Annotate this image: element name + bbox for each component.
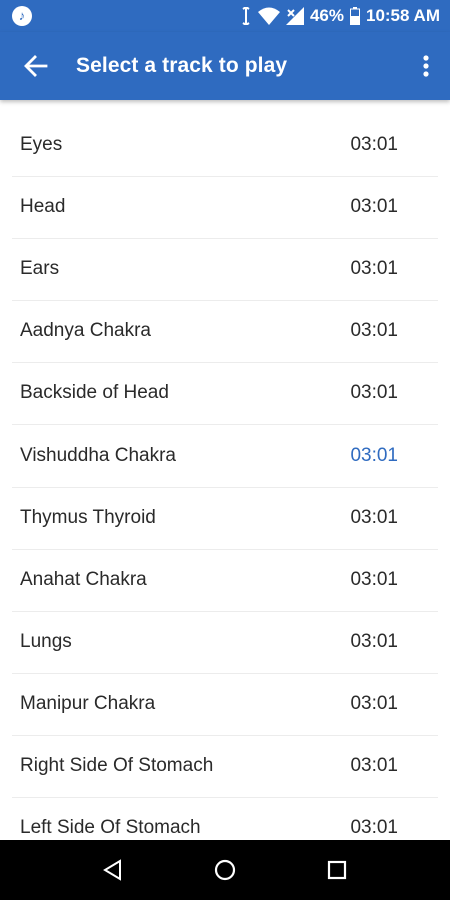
battery-percent: 46%: [309, 6, 344, 25]
signal-icon: [285, 7, 304, 25]
track-row[interactable]: Eyes 03:01: [12, 114, 438, 177]
page-title: Select a track to play: [76, 54, 288, 77]
track-duration: 03:01: [350, 134, 398, 155]
nav-home-button[interactable]: [213, 858, 237, 882]
track-row[interactable]: Thymus Thyroid 03:01: [12, 487, 438, 550]
track-row[interactable]: Head 03:01: [12, 176, 438, 240]
track-name: Left Side Of Stomach: [20, 817, 201, 839]
track-row[interactable]: Right Side Of Stomach 03:01: [12, 735, 438, 798]
music-note-icon: ♪: [12, 6, 32, 26]
clock: 10:58 AM: [365, 6, 440, 25]
status-bar: ♪ 46% 10:58 AM: [0, 0, 450, 32]
track-row[interactable]: Ears 03:01: [12, 238, 438, 302]
track-name: Thymus Thyroid: [20, 506, 156, 528]
back-button[interactable]: [22, 52, 50, 80]
track-duration: 03:01: [350, 630, 398, 652]
track-duration: 03:01: [350, 692, 398, 714]
track-name: Manipur Chakra: [20, 692, 156, 714]
track-duration: 03:01: [350, 320, 398, 342]
track-name: Aadnya Chakra: [20, 320, 151, 342]
track-name: Right Side Of Stomach: [20, 755, 214, 776]
arrow-left-icon: [24, 55, 48, 77]
nav-recents-button[interactable]: [325, 858, 349, 882]
circle-home-icon: [214, 859, 236, 881]
square-recents-icon: [327, 860, 347, 880]
track-duration: 03:01: [350, 382, 398, 404]
track-duration: 03:01: [350, 196, 398, 218]
track-name: Vishuddha Chakra: [20, 444, 176, 466]
triangle-back-icon: [103, 859, 121, 881]
track-row[interactable]: Manipur Chakra 03:01: [12, 673, 438, 736]
status-bar-right: 46% 10:58 AM: [240, 0, 440, 32]
bluetooth-data-icon: [242, 7, 250, 25]
wifi-icon: [257, 7, 280, 25]
battery-icon: [349, 7, 360, 25]
track-duration: 03:01: [350, 817, 398, 839]
track-name: Eyes: [20, 134, 63, 155]
navigation-bar: [0, 840, 450, 900]
track-row[interactable]: Aadnya Chakra 03:01: [12, 300, 438, 364]
track-duration: 03:01: [350, 755, 398, 776]
track-name: Anahat Chakra: [20, 568, 147, 590]
overflow-menu-button[interactable]: [416, 52, 436, 80]
app-bar: Select a track to play: [0, 32, 450, 100]
track-name: Backside of Head: [20, 382, 169, 404]
track-name: Head: [20, 196, 66, 218]
track-row[interactable]: Vishuddha Chakra 03:01: [12, 425, 438, 488]
nav-back-button[interactable]: [101, 858, 125, 882]
track-row[interactable]: Backside of Head 03:01: [12, 362, 438, 426]
track-name: Ears: [20, 258, 60, 280]
more-vert-icon: [423, 55, 429, 77]
track-duration: 03:01: [350, 444, 398, 466]
track-list: Eyes 03:01 Head 03:01 Ears 03:01 Aadnya Chakra…: [0, 100, 450, 840]
track-duration: 03:01: [350, 506, 398, 528]
track-duration: 03:01: [350, 258, 398, 280]
track-row[interactable]: Left Side Of Stomach 03:01: [12, 797, 438, 840]
track-row[interactable]: Anahat Chakra 03:01: [12, 549, 438, 612]
track-name: Lungs: [20, 630, 72, 652]
track-duration: 03:01: [350, 568, 398, 590]
track-row[interactable]: Lungs 03:01: [12, 611, 438, 674]
